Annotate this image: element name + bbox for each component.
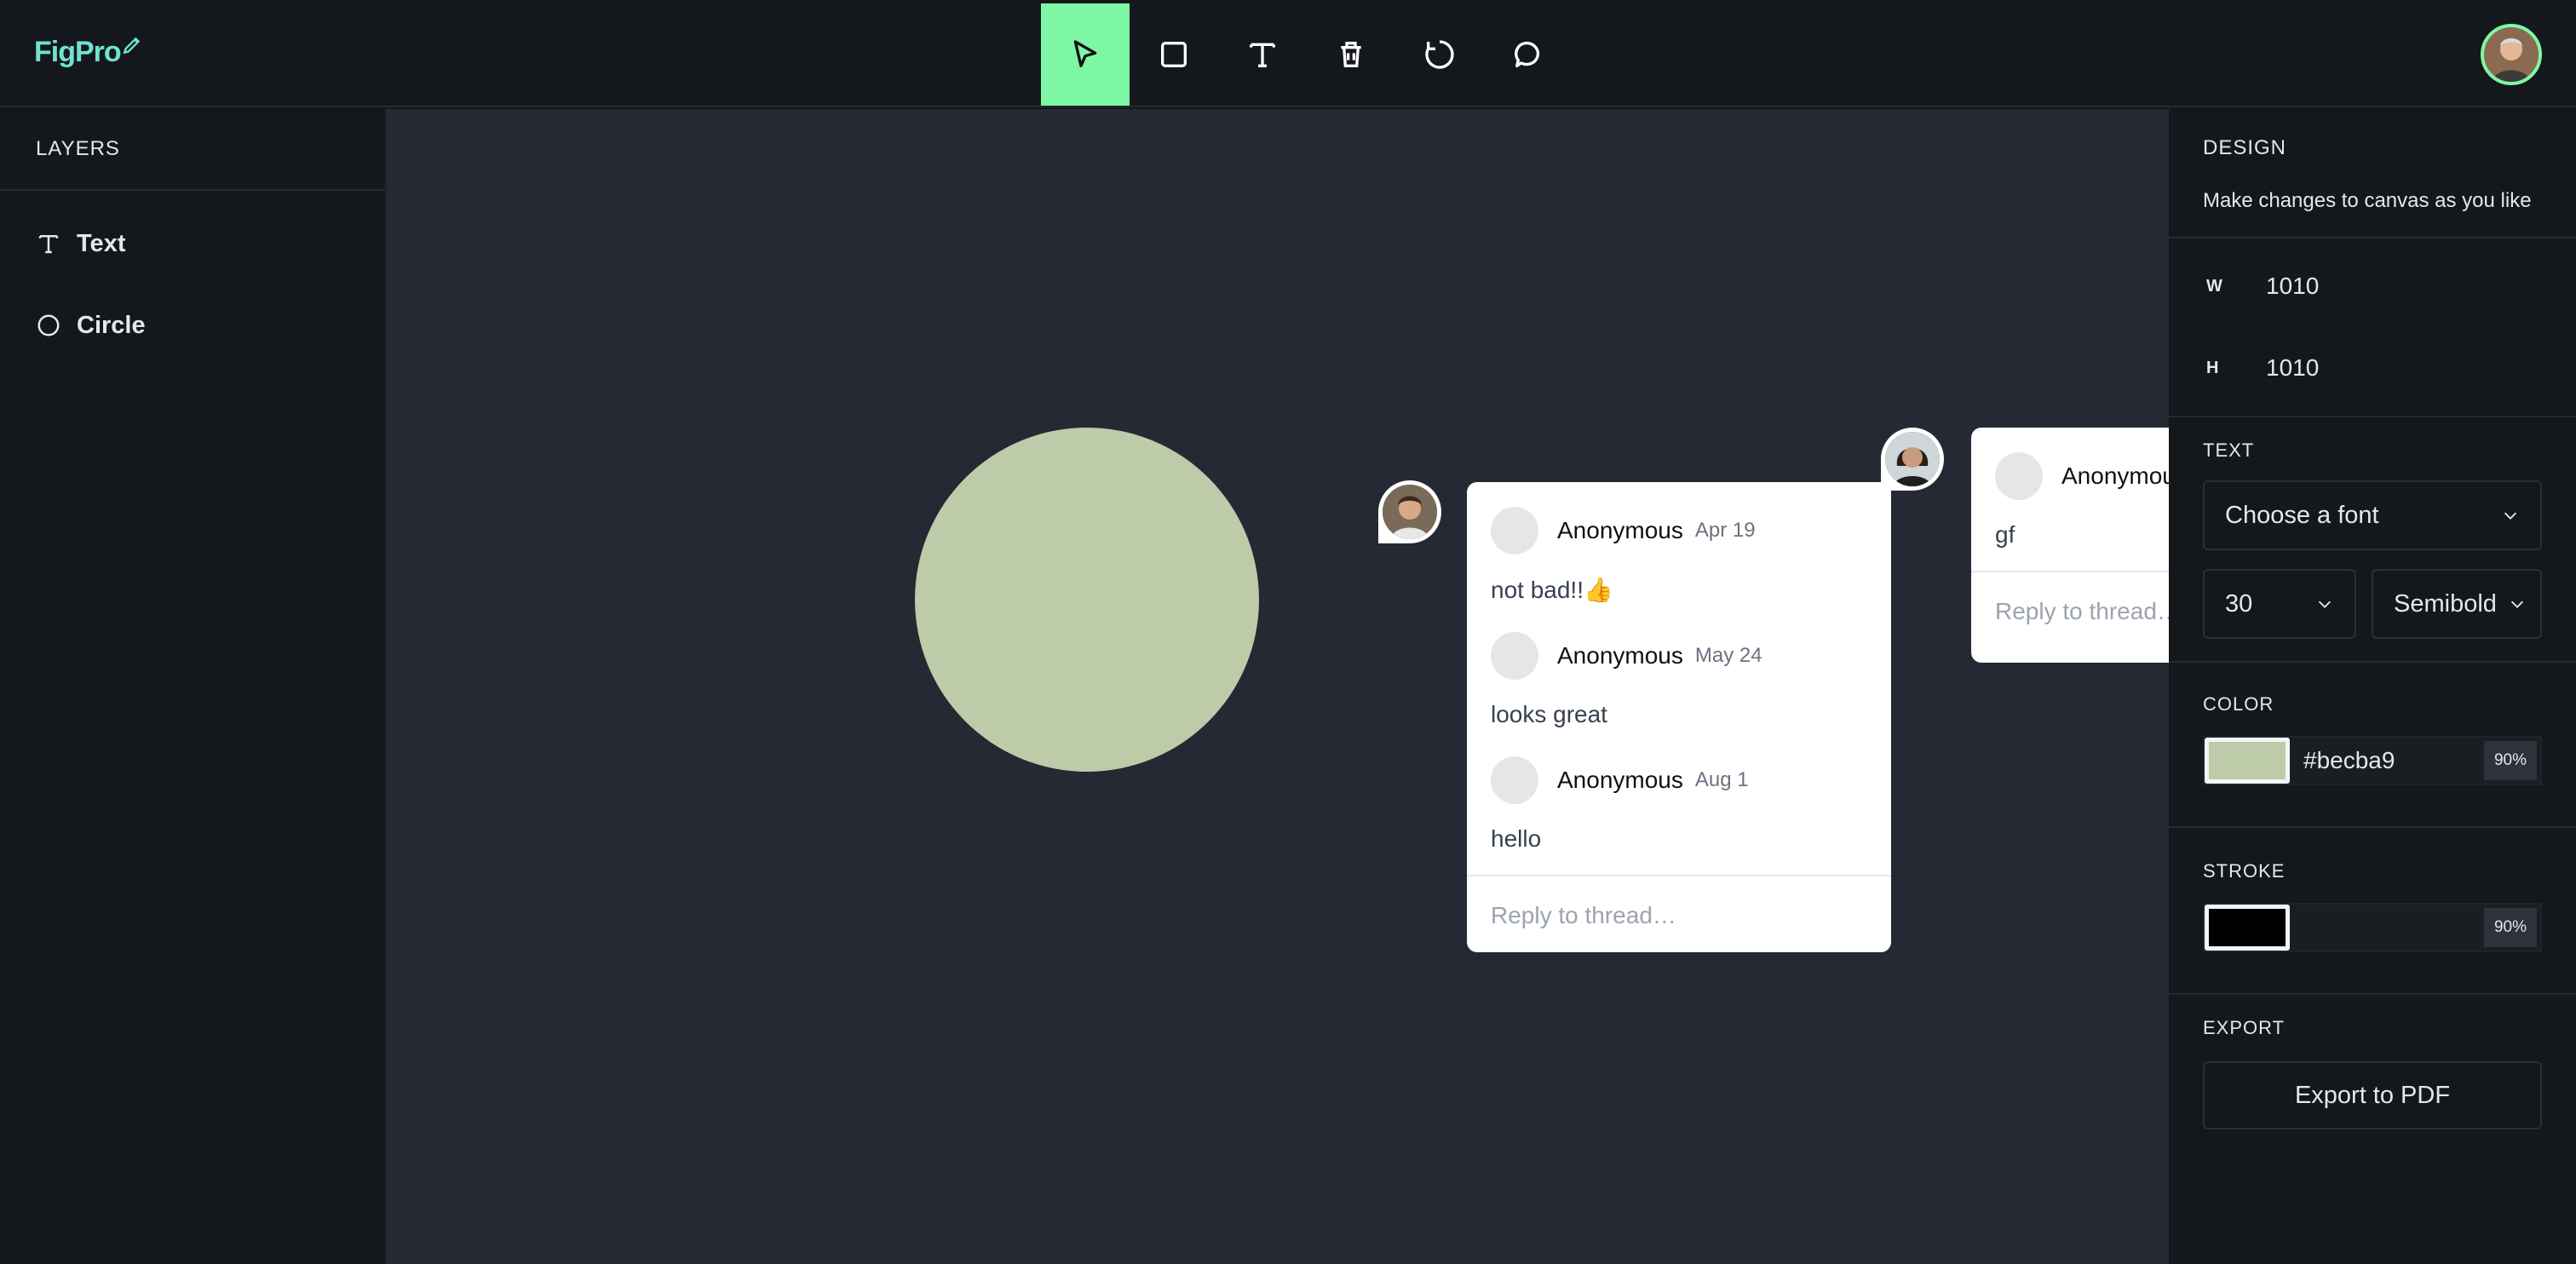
layers-title: LAYERS [0, 109, 385, 191]
cursor-icon [1073, 40, 1097, 68]
comment-author: Anonymous [2061, 463, 2169, 489]
text-tool-button[interactable] [1218, 3, 1307, 106]
fill-color-field[interactable]: #becba9 90% [2203, 736, 2542, 785]
height-value: 1010 [2266, 354, 2320, 381]
height-field[interactable]: H 1010 [2203, 327, 2542, 409]
circle-icon [37, 314, 60, 336]
reply-input[interactable]: Reply to thread… [1971, 571, 2169, 651]
app-logo[interactable]: FigPro [34, 34, 143, 69]
rectangle-tool-button[interactable] [1130, 3, 1218, 106]
design-panel: DESIGN Make changes to canvas as you lik… [2169, 109, 2576, 1264]
comment-author: Anonymous [1557, 642, 1683, 669]
stroke-section: STROKE 90% [2169, 828, 2576, 995]
font-weight-select[interactable]: Semibold [2372, 569, 2542, 639]
comment-pin[interactable] [1378, 480, 1441, 543]
stroke-color-swatch[interactable] [2205, 905, 2290, 951]
chevron-down-icon [2504, 512, 2517, 520]
delete-tool-button[interactable] [1307, 3, 1395, 106]
export-pdf-button[interactable]: Export to PDF [2203, 1061, 2542, 1129]
comment-author: Anonymous [1557, 517, 1683, 543]
circle-shape[interactable] [915, 428, 1259, 772]
text-section: TEXT Choose a font 30 Semibold [2169, 417, 2576, 663]
stroke-color-field[interactable]: 90% [2203, 903, 2542, 952]
comment-body: gf [1995, 521, 2015, 548]
comment-author: Anonymous [1557, 767, 1683, 793]
fill-opacity[interactable]: 90% [2484, 741, 2537, 780]
design-canvas[interactable]: Anonymous Apr 19 not bad!!👍 Anonymous Ma… [387, 109, 2169, 1264]
reset-icon [1425, 40, 1454, 69]
layer-item-text[interactable]: Text [0, 203, 385, 284]
pen-logo-icon [123, 37, 140, 55]
tool-bar [1041, 3, 1573, 106]
comment-header: Anonymous May 24 [1491, 626, 1867, 686]
comment-tool-button[interactable] [1484, 3, 1573, 106]
square-icon [1161, 42, 1187, 67]
commenter-avatar-icon [1383, 485, 1437, 539]
layer-label: Circle [77, 311, 146, 339]
font-family-select[interactable]: Choose a font [2203, 480, 2542, 550]
user-avatar[interactable] [2481, 24, 2542, 85]
comment-thread[interactable]: Anonymous gf Reply to thread… [1971, 428, 2169, 663]
width-label: W [2206, 276, 2222, 296]
fill-color-swatch[interactable] [2205, 738, 2290, 784]
select-tool-button[interactable] [1041, 3, 1130, 106]
stroke-title: STROKE [2203, 860, 2286, 882]
width-value: 1010 [2266, 273, 2320, 299]
comment-icon [1515, 41, 1539, 68]
export-section: EXPORT Export to PDF [2169, 995, 2576, 1129]
design-subtitle: Make changes to canvas as you like [2203, 189, 2532, 212]
dimensions-section: W 1010 H 1010 [2169, 238, 2576, 417]
font-family-value: Choose a font [2225, 501, 2379, 529]
reply-input[interactable]: Reply to thread… [1467, 875, 1891, 952]
comment-avatar [1491, 632, 1538, 680]
comment-date: Apr 19 [1694, 519, 1756, 542]
commenter-avatar-icon [1885, 432, 1940, 486]
comment-body: not bad!!👍 [1491, 577, 1613, 603]
text-title: TEXT [2203, 440, 2255, 461]
font-weight-value: Semibold [2394, 589, 2497, 618]
font-size-value: 30 [2225, 589, 2253, 618]
top-navbar: FigPro [0, 0, 2576, 107]
reply-placeholder: Reply to thread… [1995, 598, 2169, 624]
comment-avatar [1995, 452, 2043, 500]
comment-avatar [1491, 507, 1538, 554]
text-icon [38, 235, 59, 254]
chevron-down-icon [2318, 600, 2332, 608]
comment-body: hello [1491, 825, 1542, 852]
comment-body: looks great [1491, 701, 1607, 727]
logo-text: FigPro [34, 36, 122, 68]
text-icon [1250, 43, 1275, 67]
design-section: DESIGN Make changes to canvas as you lik… [2169, 109, 2576, 238]
comment-date: May 24 [1694, 644, 1762, 667]
width-field[interactable]: W 1010 [2203, 245, 2542, 327]
height-label: H [2206, 358, 2219, 377]
comment-avatar [1491, 756, 1538, 804]
chevron-down-icon [2510, 600, 2524, 608]
user-avatar-icon [2484, 27, 2539, 82]
design-title: DESIGN [2203, 136, 2287, 159]
commenter-avatar [1885, 432, 1940, 486]
comment-header: Anonymous [1995, 446, 2169, 506]
reply-placeholder: Reply to thread… [1491, 902, 1676, 928]
reset-tool-button[interactable] [1395, 3, 1484, 106]
layers-sidebar: LAYERS Text Circle [0, 109, 387, 1264]
comment-header: Anonymous Apr 19 [1491, 501, 1867, 560]
comment-date: Aug 1 [1694, 768, 1749, 791]
layer-item-circle[interactable]: Circle [0, 284, 385, 366]
commenter-avatar [1383, 485, 1437, 539]
color-title: COLOR [2203, 693, 2274, 715]
trash-icon [1341, 42, 1361, 67]
comment-header: Anonymous Aug 1 [1491, 750, 1867, 810]
layer-label: Text [77, 229, 126, 257]
font-size-select[interactable]: 30 [2203, 569, 2356, 639]
comment-thread[interactable]: Anonymous Apr 19 not bad!!👍 Anonymous Ma… [1467, 482, 1891, 952]
fill-hex-value: #becba9 [2303, 747, 2395, 773]
comment-pin[interactable] [1881, 428, 1944, 491]
color-section: COLOR #becba9 90% [2169, 663, 2576, 828]
stroke-opacity[interactable]: 90% [2484, 908, 2537, 947]
export-title: EXPORT [2203, 1017, 2286, 1038]
